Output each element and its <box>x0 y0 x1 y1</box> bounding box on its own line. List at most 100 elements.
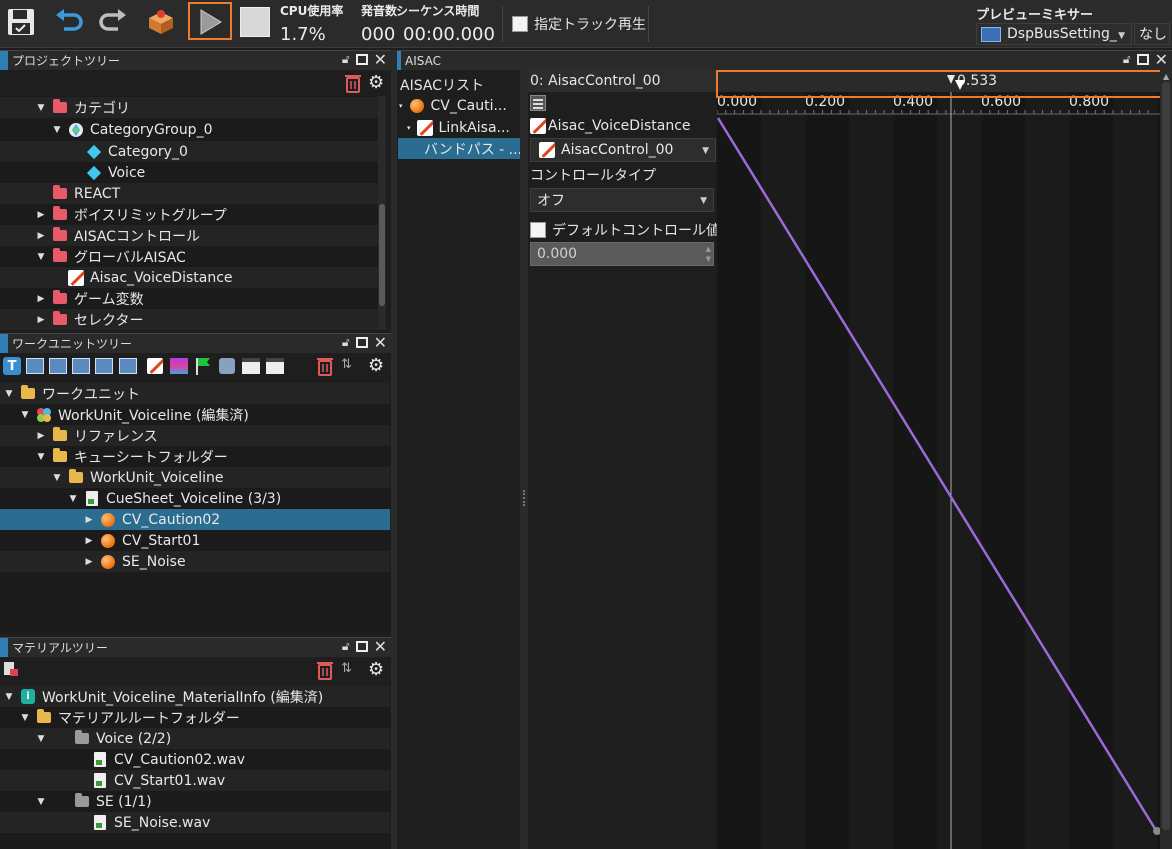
aisac-list-item[interactable]: ▾ CV_Cauti... <box>397 95 520 116</box>
tree-row[interactable]: ▶ ゲーム変数 <box>0 288 378 309</box>
tree-row[interactable]: Voice <box>0 162 378 183</box>
tree-row[interactable]: CV_Start01.wav <box>0 770 390 791</box>
tree-row[interactable]: ▼ CategoryGroup_0 <box>0 119 378 140</box>
chevron-down-icon[interactable]: ▼ <box>36 797 46 807</box>
chevron-down-icon[interactable]: ▼ <box>52 473 62 483</box>
tree-row-selected[interactable]: ▶ CV_Caution02 <box>0 509 390 530</box>
redo-icon[interactable] <box>96 5 130 39</box>
sort-icon[interactable]: ⇅ <box>341 357 352 372</box>
gear-icon[interactable]: ⚙ <box>368 660 384 680</box>
tree-row[interactable]: REACT <box>0 183 378 204</box>
chevron-down-icon[interactable]: ▼ <box>36 103 46 113</box>
flag-icon[interactable] <box>193 356 213 376</box>
chevron-right-icon[interactable]: ▶ <box>84 515 94 525</box>
tree-row[interactable]: Aisac_VoiceDistance <box>0 267 378 288</box>
solo-track-toggle[interactable]: 指定トラック再生 <box>512 14 646 34</box>
trash-icon[interactable] <box>316 660 334 684</box>
scrollbar-thumb[interactable] <box>379 204 385 306</box>
close-icon[interactable]: ✕ <box>1155 51 1168 67</box>
waveform-icon[interactable] <box>94 356 114 376</box>
aisac-list-item[interactable]: ▾ LinkAisa... <box>397 117 520 138</box>
tree-row[interactable]: SE_Noise.wav <box>0 812 390 833</box>
tree-row[interactable]: ▶ AISACコントロール <box>0 225 378 246</box>
scroll-up-icon[interactable]: ▲ <box>1163 72 1169 81</box>
tree-row[interactable]: ▶ CV_Start01 <box>0 530 390 551</box>
tree-row[interactable]: ▼ i WorkUnit_Voiceline_MaterialInfo (編集済) <box>0 686 390 707</box>
chevron-right-icon[interactable]: ▶ <box>36 210 46 220</box>
tree-row[interactable]: ▶ SE_Noise <box>0 551 390 572</box>
tree-row[interactable]: ▼ ワークユニット <box>0 383 390 404</box>
gear-icon[interactable]: ⚙ <box>368 73 384 93</box>
scrollbar-thumb[interactable] <box>1162 82 1170 830</box>
preview-none-dropdown[interactable]: なし <box>1134 23 1170 45</box>
aisac-control-dropdown[interactable]: AisacControl_00 ▼ <box>530 138 716 162</box>
default-control-toggle[interactable]: デフォルトコントロール値 <box>530 220 720 240</box>
dsp-bus-dropdown[interactable]: DspBusSetting_ ▼ <box>976 23 1132 45</box>
project-tree-scrollbar[interactable] <box>378 96 386 330</box>
clapper-icon[interactable] <box>265 356 285 376</box>
tree-row[interactable]: ▼ Voice (2/2) <box>0 728 390 749</box>
menu-icon[interactable] <box>530 95 546 111</box>
chevron-down-icon[interactable]: ▼ <box>36 252 46 262</box>
tree-row[interactable]: Category_0 <box>0 141 378 162</box>
aisac-icon[interactable] <box>145 356 165 376</box>
aisac-list-item-selected[interactable]: バンドパス - ... <box>398 138 522 159</box>
tree-row[interactable]: CV_Caution02.wav <box>0 749 390 770</box>
float-window-icon[interactable] <box>355 337 368 348</box>
aisac-splitter[interactable] <box>520 70 528 849</box>
color-bar-icon[interactable] <box>169 356 189 376</box>
chevron-right-icon[interactable]: ▶ <box>84 536 94 546</box>
chevron-down-icon[interactable]: ▼ <box>36 452 46 462</box>
aisac-graph[interactable]: 0.533 0.000 0.200 0.400 0.600 0.800 <box>717 70 1160 849</box>
chevron-right-icon[interactable]: ▶ <box>36 294 46 304</box>
clapper-icon[interactable] <box>241 356 261 376</box>
tree-row[interactable]: ▼ SE (1/1) <box>0 791 390 812</box>
close-icon[interactable]: ✕ <box>374 51 387 67</box>
tree-row[interactable]: ▼ WorkUnit_Voiceline <box>0 467 390 488</box>
graph-scrollbar[interactable]: ▲ <box>1160 70 1172 849</box>
chevron-down-icon[interactable]: ▼ <box>4 692 14 702</box>
float-window-icon[interactable] <box>355 54 368 65</box>
waveform-icon[interactable] <box>48 356 68 376</box>
trash-icon[interactable] <box>316 356 334 380</box>
save-icon[interactable] <box>4 5 38 39</box>
chevron-down-icon[interactable]: ▾ <box>407 124 411 132</box>
chevron-down-icon[interactable]: ▼ <box>52 125 62 135</box>
default-value-spinbox[interactable]: 0.000 ▲ ▼ <box>530 242 714 266</box>
undo-icon[interactable] <box>52 5 86 39</box>
float-window-icon[interactable] <box>355 641 368 652</box>
tree-row[interactable]: ▶ セレクター <box>0 309 378 330</box>
waveform-icon[interactable] <box>118 356 138 376</box>
pin-icon[interactable]: 🔓︎ <box>342 639 350 654</box>
pin-icon[interactable]: 🔓︎ <box>342 52 350 67</box>
chevron-down-icon[interactable]: ▼ <box>20 713 30 723</box>
tree-row[interactable]: ▼ WorkUnit_Voiceline (編集済) <box>0 404 390 425</box>
default-control-checkbox[interactable] <box>530 222 546 238</box>
chevron-right-icon[interactable]: ▶ <box>36 315 46 325</box>
text-icon[interactable]: T <box>2 356 22 376</box>
float-window-icon[interactable] <box>1136 54 1149 65</box>
gear-icon[interactable]: ⚙ <box>368 356 384 376</box>
chevron-right-icon[interactable]: ▶ <box>36 431 46 441</box>
trash-icon[interactable] <box>344 73 362 93</box>
chevron-down-icon[interactable]: ▼ <box>4 389 14 399</box>
solo-track-checkbox[interactable] <box>512 16 528 32</box>
tree-row[interactable]: ▼ マテリアルルートフォルダー <box>0 707 390 728</box>
tree-row[interactable]: ▼ カテゴリ <box>0 97 378 118</box>
device-icon[interactable] <box>217 356 237 376</box>
tree-row[interactable]: ▼ CueSheet_Voiceline (3/3) <box>0 488 390 509</box>
sort-icon[interactable]: ⇅ <box>341 661 352 676</box>
stop-button[interactable] <box>238 5 272 39</box>
chevron-down-icon[interactable]: ▾ <box>399 102 403 110</box>
chevron-down-icon[interactable]: ▼ <box>36 734 46 744</box>
waveform-icon[interactable] <box>25 356 45 376</box>
tree-row[interactable]: ▼ グローバルAISAC <box>0 246 378 267</box>
chevron-right-icon[interactable]: ▶ <box>84 557 94 567</box>
waveform-icon[interactable] <box>71 356 91 376</box>
build-icon[interactable] <box>144 5 178 39</box>
tree-row[interactable]: ▶ リファレンス <box>0 425 390 446</box>
chevron-right-icon[interactable]: ▶ <box>36 231 46 241</box>
spinner-arrows-icon[interactable]: ▲ ▼ <box>706 244 711 264</box>
chevron-down-icon[interactable]: ▼ <box>68 494 78 504</box>
close-icon[interactable]: ✕ <box>374 334 387 350</box>
